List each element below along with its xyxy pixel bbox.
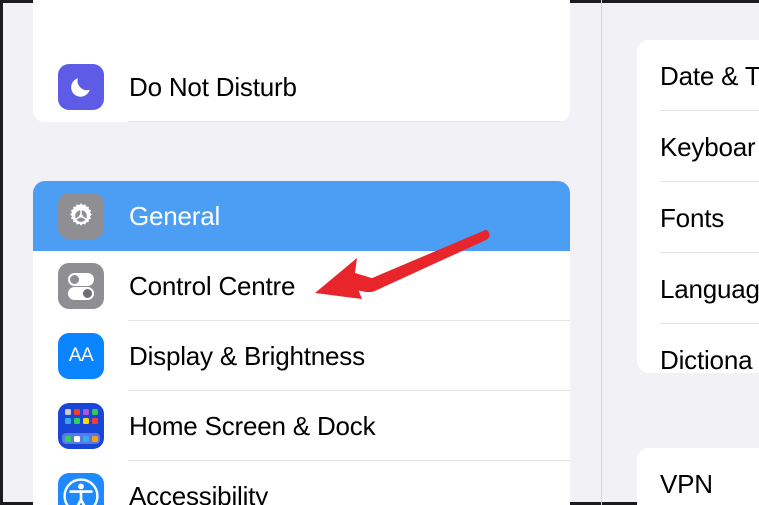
sidebar-item-do-not-disturb[interactable]: Do Not Disturb: [33, 52, 570, 122]
pane-divider: [601, 0, 602, 505]
settings-screen: Do Not Disturb Screen Time: [0, 0, 759, 505]
detail-item-fonts[interactable]: Fonts: [637, 182, 759, 253]
aa-glyph-label: AA: [68, 345, 94, 366]
detail-item-label: Fonts: [660, 202, 725, 233]
capture-edge-left: [0, 0, 3, 505]
gear-icon: [58, 193, 104, 239]
sidebar-item-label: Do Not Disturb: [129, 72, 297, 102]
sidebar-item-display-brightness[interactable]: AA Display & Brightness: [33, 321, 570, 391]
detail-item-label: Keyboar: [660, 131, 756, 162]
detail-item-language-region[interactable]: Languag: [637, 253, 759, 324]
app-dock-glyph: [62, 433, 100, 444]
toggle-on-glyph: [68, 287, 94, 300]
detail-item-label: Dictiona: [660, 344, 753, 374]
app-grid-dots: [63, 409, 99, 424]
detail-item-label: Date & T: [660, 60, 759, 91]
detail-item-dictionary[interactable]: Dictiona: [637, 324, 759, 373]
toggle-off-glyph: [68, 273, 94, 286]
detail-item-keyboard[interactable]: Keyboar: [637, 111, 759, 182]
detail-item-date-time[interactable]: Date & T: [637, 40, 759, 111]
sidebar-item-home-screen-dock[interactable]: Home Screen & Dock: [33, 391, 570, 461]
detail-item-label: Languag: [660, 273, 759, 304]
accessibility-person-icon: [58, 473, 104, 505]
sidebar-item-general[interactable]: General: [33, 181, 570, 251]
sidebar-item-control-centre[interactable]: Control Centre: [33, 251, 570, 321]
sidebar-group-focus: Do Not Disturb Screen Time: [33, 0, 570, 122]
sidebar-item-label: General: [129, 201, 221, 231]
sidebar-item-accessibility[interactable]: Accessibility: [33, 461, 570, 505]
sidebar-item-label: Display & Brightness: [129, 341, 365, 371]
sidebar-group-system: General Control Centre AA Display & Brig…: [33, 181, 570, 505]
sidebar-item-label: Control Centre: [129, 271, 296, 301]
sidebar-item-label: Accessibility: [129, 481, 268, 505]
sidebar-item-label: Home Screen & Dock: [129, 411, 376, 441]
toggles-icon: [58, 263, 104, 309]
aa-icon: AA: [58, 333, 104, 379]
detail-item-vpn[interactable]: VPN: [637, 448, 759, 505]
app-grid-icon: [58, 403, 104, 449]
moon-icon: [58, 64, 104, 110]
detail-group-general: Date & T Keyboar Fonts Languag Dictiona: [637, 40, 759, 373]
detail-group-vpn: VPN: [637, 448, 759, 505]
detail-item-label: VPN: [660, 468, 713, 499]
